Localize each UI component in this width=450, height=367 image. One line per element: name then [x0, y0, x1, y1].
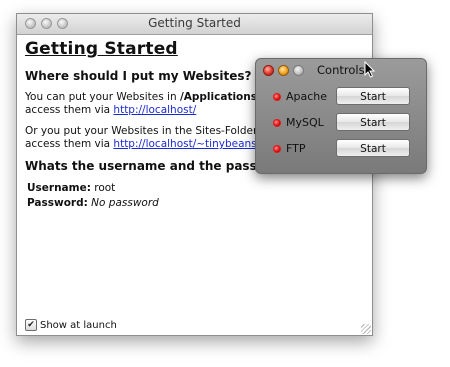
- ftp-start-button[interactable]: Start: [336, 139, 410, 157]
- controls-zoom-button[interactable]: [293, 65, 304, 76]
- service-row-mysql: MySQL Start: [256, 113, 426, 133]
- resize-grip-icon[interactable]: [361, 324, 371, 334]
- localhost-link[interactable]: http://localhost/: [113, 104, 196, 116]
- apache-start-button[interactable]: Start: [336, 87, 410, 105]
- controls-title: Controls: [317, 63, 365, 77]
- controls-close-button[interactable]: [263, 65, 274, 76]
- password-row: Password: No password: [27, 196, 365, 211]
- para1-access-text: access them via: [25, 104, 114, 116]
- apache-label: Apache: [286, 90, 328, 103]
- credentials-list: Username: root Password: No password: [27, 181, 365, 211]
- username-label: Username:: [27, 182, 91, 194]
- ftp-label: FTP: [286, 142, 306, 155]
- show-at-launch-option[interactable]: ✔ Show at launch: [25, 319, 117, 331]
- para2-access-text: access them via: [25, 138, 114, 150]
- apache-status-icon: [273, 93, 281, 101]
- window-title: Getting Started: [148, 16, 241, 30]
- username-row: Username: root: [27, 181, 365, 196]
- user-sites-link[interactable]: http://localhost/~tinybeans/: [113, 138, 260, 150]
- ftp-status-icon: [273, 145, 281, 153]
- password-value: No password: [91, 197, 159, 209]
- mouse-pointer-icon: [364, 61, 376, 78]
- window-titlebar[interactable]: Getting Started: [17, 14, 372, 35]
- password-label: Password:: [27, 197, 88, 209]
- mysql-label: MySQL: [286, 116, 324, 129]
- para1-text: You can put your Websites in: [25, 91, 180, 103]
- para2-text: Or you put your Websites in the Sites-Fo…: [25, 125, 271, 137]
- username-value: root: [94, 182, 116, 194]
- mysql-start-button[interactable]: Start: [336, 113, 410, 131]
- show-at-launch-checkbox[interactable]: ✔: [25, 319, 37, 331]
- controls-panel: Controls Apache Start MySQL Start FTP St…: [255, 58, 427, 174]
- service-row-ftp: FTP Start: [256, 139, 426, 159]
- mysql-status-icon: [273, 119, 281, 127]
- page-title: Getting Started: [25, 39, 178, 59]
- controls-minimize-button[interactable]: [278, 65, 289, 76]
- service-row-apache: Apache Start: [256, 87, 426, 107]
- show-at-launch-label: Show at launch: [40, 319, 117, 331]
